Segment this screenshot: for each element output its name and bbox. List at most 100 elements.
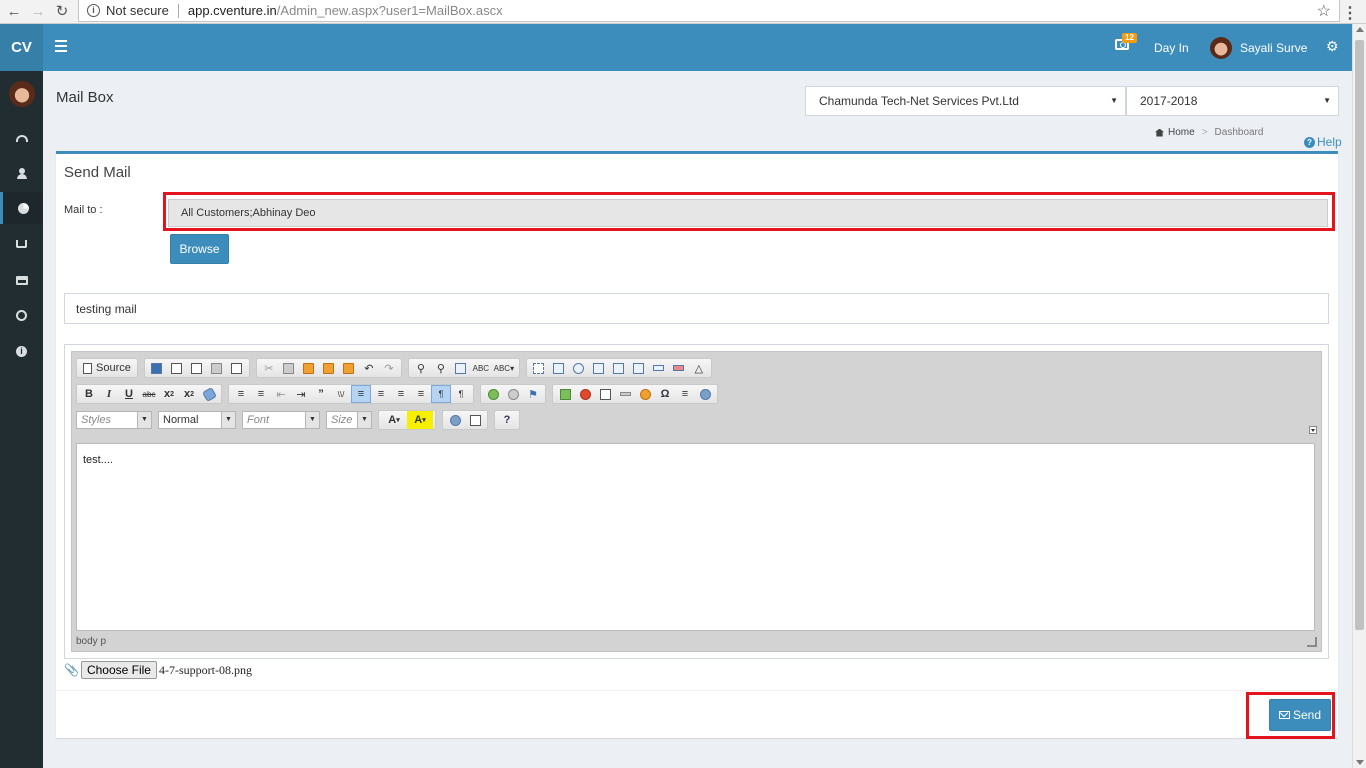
hamburger-menu-icon[interactable] xyxy=(55,40,67,52)
maximize-icon[interactable] xyxy=(445,411,465,429)
paste-word-icon[interactable] xyxy=(339,359,359,377)
address-bar[interactable]: i Not secure app.cventure.in /Admin_new.… xyxy=(78,0,1340,22)
sidebar-item-info[interactable]: i xyxy=(0,335,43,367)
align-left-icon[interactable]: ≡ xyxy=(351,385,371,403)
user-name[interactable]: Sayali Surve xyxy=(1240,41,1307,55)
scroll-down-icon[interactable] xyxy=(1356,760,1364,765)
sidebar-item-user[interactable] xyxy=(0,157,43,189)
print-icon[interactable] xyxy=(207,359,227,377)
reload-icon[interactable]: ↻ xyxy=(52,1,72,21)
underline-icon[interactable]: U xyxy=(119,385,139,403)
bold-icon[interactable]: B xyxy=(79,385,99,403)
company-select[interactable]: Chamunda Tech-Net Services Pvt.Ltd ▼ xyxy=(805,86,1126,116)
align-right-icon[interactable]: ≡ xyxy=(391,385,411,403)
browse-button[interactable]: Browse xyxy=(170,234,229,264)
spellcheck-dropdown-icon[interactable]: ABC▾ xyxy=(491,359,517,377)
bg-color-icon[interactable]: A ▾ xyxy=(407,411,433,429)
ltr-icon[interactable]: ¶ xyxy=(431,385,451,403)
undo-icon[interactable]: ↶ xyxy=(359,359,379,377)
replace-icon[interactable]: ⚲ xyxy=(431,359,451,377)
arrow-left-icon[interactable]: ← xyxy=(4,1,24,21)
app-logo[interactable]: CV xyxy=(0,24,43,71)
format-combo[interactable]: Normal ▼ xyxy=(158,411,236,429)
editor-body[interactable]: test.... xyxy=(76,443,1315,631)
strike-icon[interactable]: abc xyxy=(139,385,159,403)
page-break-icon[interactable]: ≡ xyxy=(675,385,695,403)
checkbox-icon[interactable] xyxy=(549,359,569,377)
subject-input[interactable]: testing mail xyxy=(64,293,1329,324)
redo-icon[interactable]: ↷ xyxy=(379,359,399,377)
table-icon[interactable] xyxy=(595,385,615,403)
radio-icon[interactable] xyxy=(569,359,589,377)
textarea-icon[interactable] xyxy=(609,359,629,377)
link-icon[interactable] xyxy=(483,385,503,403)
select-all-icon[interactable] xyxy=(451,359,471,377)
iframe-icon[interactable] xyxy=(695,385,715,403)
numbered-list-icon[interactable]: ≡ xyxy=(231,385,251,403)
text-color-icon[interactable]: A ▾ xyxy=(381,411,407,429)
sidebar-item-payments[interactable] xyxy=(0,264,43,296)
choose-file-button[interactable]: Choose File xyxy=(80,661,157,679)
day-in-button[interactable]: Day In xyxy=(1154,41,1189,55)
element-path[interactable]: body p xyxy=(76,636,106,647)
horizontal-line-icon[interactable] xyxy=(615,385,635,403)
unlink-icon[interactable] xyxy=(503,385,523,403)
form-icon[interactable] xyxy=(529,359,549,377)
remove-format-icon[interactable] xyxy=(199,385,219,403)
button-field-icon[interactable] xyxy=(649,359,669,377)
year-select[interactable]: 2017-2018 ▼ xyxy=(1126,86,1339,116)
save-icon[interactable] xyxy=(147,359,167,377)
paste-icon[interactable] xyxy=(299,359,319,377)
outdent-icon[interactable]: ⇤ xyxy=(271,385,291,403)
sidebar-avatar[interactable] xyxy=(9,81,35,107)
source-button[interactable]: Source xyxy=(79,359,135,377)
page-scrollbar[interactable] xyxy=(1352,24,1366,768)
paste-text-icon[interactable] xyxy=(319,359,339,377)
templates-icon[interactable] xyxy=(227,359,247,377)
sidebar-item-dashboard[interactable] xyxy=(0,122,43,154)
align-center-icon[interactable]: ≡ xyxy=(371,385,391,403)
special-char-icon[interactable]: Ω xyxy=(655,385,675,403)
help-link[interactable]: ? Help xyxy=(1304,135,1342,149)
italic-icon[interactable]: I xyxy=(99,385,119,403)
rtl-icon[interactable]: ¶ xyxy=(451,385,471,403)
bulleted-list-icon[interactable]: ≡ xyxy=(251,385,271,403)
scroll-up-icon[interactable] xyxy=(1356,27,1364,32)
bookmark-star-icon[interactable]: ☆ xyxy=(1317,1,1331,21)
info-icon[interactable]: i xyxy=(87,4,100,17)
superscript-icon[interactable]: x2 xyxy=(179,385,199,403)
image-icon[interactable] xyxy=(555,385,575,403)
div-container-icon[interactable]: \\/ xyxy=(331,385,351,403)
indent-icon[interactable]: ⇥ xyxy=(291,385,311,403)
blockquote-icon[interactable]: ” xyxy=(311,385,331,403)
subscript-icon[interactable]: x2 xyxy=(159,385,179,403)
image-button-icon[interactable] xyxy=(669,359,689,377)
justify-icon[interactable]: ≡ xyxy=(411,385,431,403)
find-icon[interactable]: ⚲ xyxy=(411,359,431,377)
arrow-right-icon[interactable]: → xyxy=(28,1,48,21)
anchor-flag-icon[interactable]: ⚑ xyxy=(523,385,543,403)
avatar[interactable] xyxy=(1210,37,1232,59)
flash-icon[interactable] xyxy=(575,385,595,403)
sidebar-item-reports[interactable] xyxy=(0,192,43,224)
hidden-field-icon[interactable]: △ xyxy=(689,359,709,377)
spellcheck-icon[interactable]: ABC xyxy=(471,359,491,377)
about-icon[interactable]: ? xyxy=(497,411,517,429)
select-field-icon[interactable] xyxy=(629,359,649,377)
size-combo[interactable]: Size ▼ xyxy=(326,411,372,429)
breadcrumb-home[interactable]: Home xyxy=(1168,127,1195,138)
resize-grip-icon[interactable] xyxy=(1307,637,1317,647)
smiley-icon[interactable] xyxy=(635,385,655,403)
cut-icon[interactable]: ✂ xyxy=(259,359,279,377)
textfield-icon[interactable] xyxy=(589,359,609,377)
new-page-icon[interactable] xyxy=(167,359,187,377)
show-blocks-icon[interactable] xyxy=(465,411,485,429)
gears-icon[interactable]: ⚙ xyxy=(1326,38,1339,55)
sidebar-item-cart[interactable] xyxy=(0,228,43,260)
collapse-toolbar-icon[interactable] xyxy=(1309,426,1317,434)
scroll-thumb[interactable] xyxy=(1355,40,1364,630)
browser-menu-icon[interactable]: ⋮ xyxy=(1342,3,1358,23)
copy-icon[interactable] xyxy=(279,359,299,377)
preview-icon[interactable] xyxy=(187,359,207,377)
sidebar-item-support[interactable] xyxy=(0,299,43,331)
